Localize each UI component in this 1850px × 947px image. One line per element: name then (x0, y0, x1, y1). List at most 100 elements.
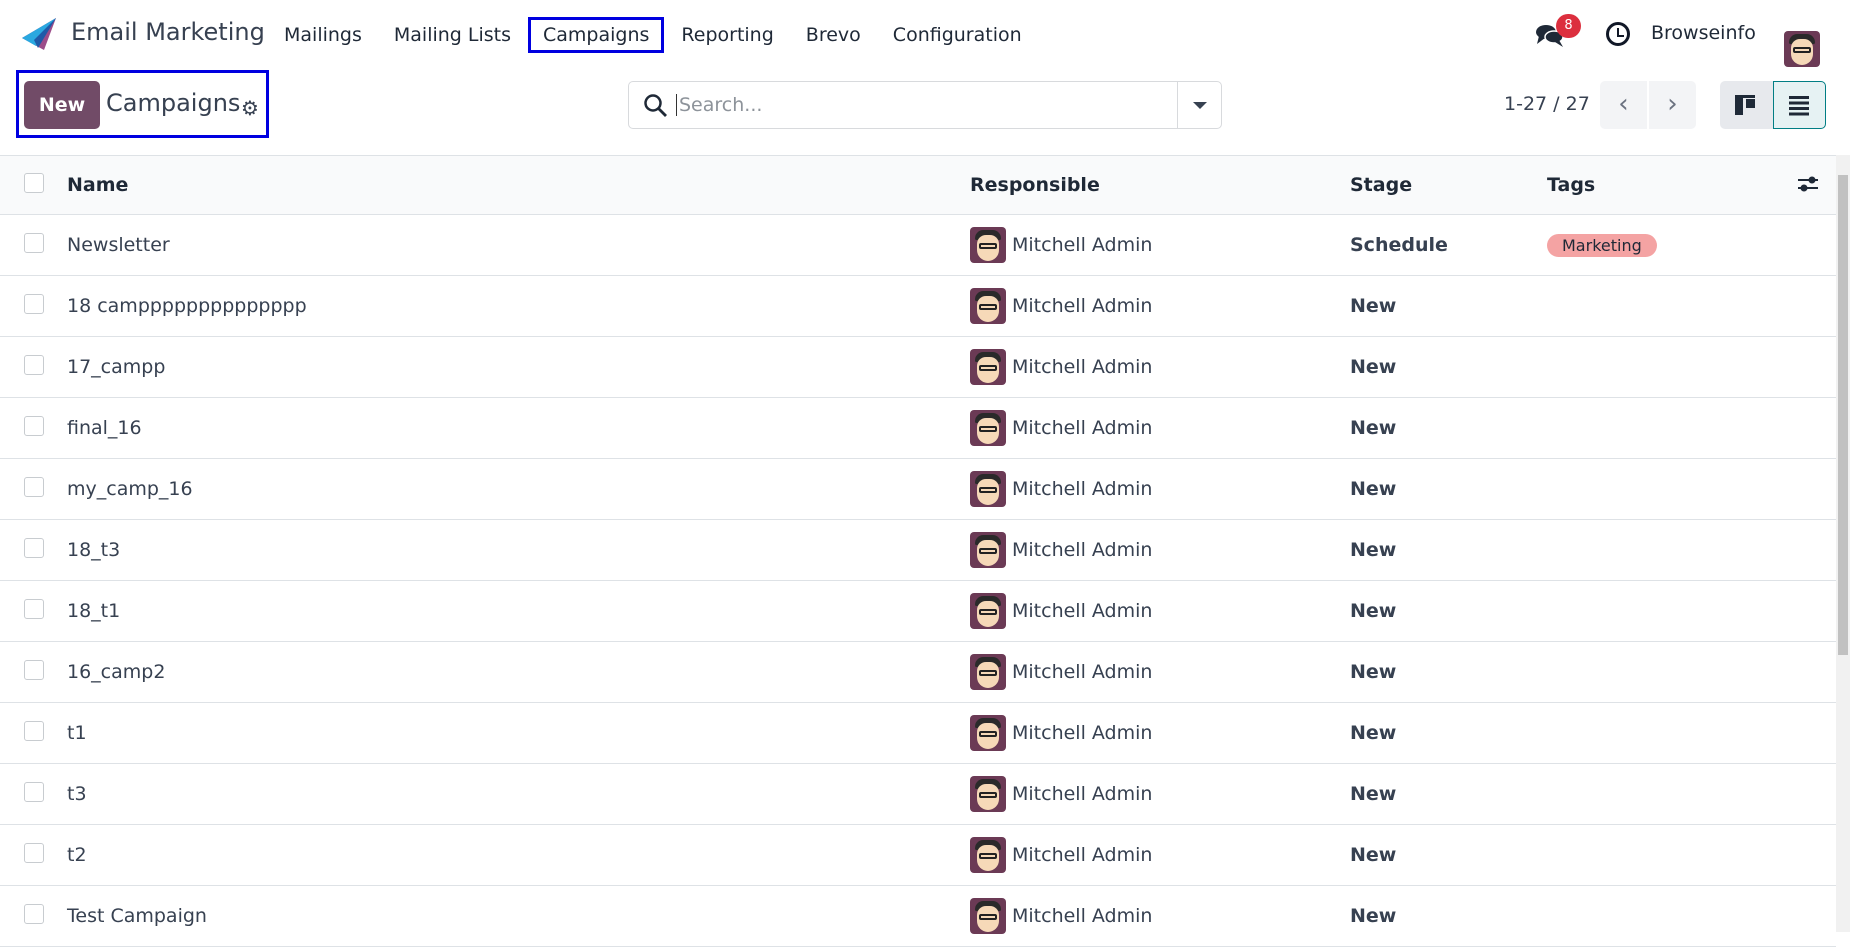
row-checkbox[interactable] (24, 781, 44, 802)
stage: New (1350, 722, 1397, 744)
menu-mailings[interactable]: Mailings (272, 20, 374, 50)
responsible-name: Mitchell Admin (1012, 905, 1153, 927)
responsible-name: Mitchell Admin (1012, 295, 1153, 317)
campaign-name: Newsletter (67, 234, 170, 256)
search-options-dropdown-icon[interactable] (1177, 82, 1221, 128)
campaign-name: Test Campaign (67, 905, 207, 927)
activity-clock-icon[interactable] (1606, 22, 1630, 46)
pager-value[interactable]: 1-27 / 27 (1504, 93, 1590, 115)
table-row[interactable]: final_16 Mitchell Admin New (0, 398, 1836, 459)
responsible-name: Mitchell Admin (1012, 722, 1153, 744)
table-row[interactable]: Newsletter Mitchell Admin Schedule Marke… (0, 215, 1836, 276)
column-name[interactable]: Name (67, 156, 970, 215)
responsible-name: Mitchell Admin (1012, 356, 1153, 378)
main-menu: Mailings Mailing Lists Campaigns Reporti… (272, 17, 1042, 53)
stage: Schedule (1350, 234, 1448, 256)
campaign-name: 18_t1 (67, 600, 121, 622)
avatar (970, 654, 1006, 690)
responsible-name: Mitchell Admin (1012, 661, 1153, 683)
avatar (970, 715, 1006, 751)
stage: New (1350, 478, 1397, 500)
app-name[interactable]: Email Marketing (71, 18, 265, 46)
table-row[interactable]: my_camp_16 Mitchell Admin New (0, 459, 1836, 520)
campaign-name: 16_camp2 (67, 661, 166, 683)
stage: New (1350, 417, 1397, 439)
pager-previous-button[interactable]: ‹ (1600, 81, 1647, 129)
responsible-name: Mitchell Admin (1012, 417, 1153, 439)
row-checkbox[interactable] (24, 537, 44, 558)
avatar (970, 227, 1006, 263)
responsible-name: Mitchell Admin (1012, 844, 1153, 866)
stage: New (1350, 844, 1397, 866)
campaign-name: 18 campppppppppppppp (67, 295, 307, 317)
menu-campaigns[interactable]: Campaigns (528, 17, 665, 53)
pager-next-button[interactable]: › (1649, 81, 1696, 129)
user-avatar[interactable] (1784, 31, 1820, 67)
table-row[interactable]: t2 Mitchell Admin New (0, 825, 1836, 886)
campaign-name: 18_t3 (67, 539, 121, 561)
responsible-name: Mitchell Admin (1012, 539, 1153, 561)
stage: New (1350, 356, 1397, 378)
campaign-name: t1 (67, 722, 87, 744)
select-all-checkbox[interactable] (24, 172, 44, 193)
list-view-button[interactable] (1773, 81, 1826, 129)
search-input[interactable]: Search... (676, 94, 762, 116)
stage: New (1350, 600, 1397, 622)
table-row[interactable]: Test Campaign Mitchell Admin New (0, 886, 1836, 947)
row-checkbox[interactable] (24, 415, 44, 436)
row-checkbox[interactable] (24, 476, 44, 497)
table-row[interactable]: t1 Mitchell Admin New (0, 703, 1836, 764)
table-row[interactable]: 18 campppppppppppppp Mitchell Admin New (0, 276, 1836, 337)
table-row[interactable]: 18_t1 Mitchell Admin New (0, 581, 1836, 642)
company-switcher[interactable]: Browseinfo (1651, 22, 1756, 44)
campaign-name: 17_campp (67, 356, 166, 378)
stage: New (1350, 661, 1397, 683)
search-icon (644, 94, 667, 117)
app-logo-icon[interactable] (20, 16, 58, 52)
table-row[interactable]: t3 Mitchell Admin New (0, 764, 1836, 825)
avatar (970, 349, 1006, 385)
menu-mailing-lists[interactable]: Mailing Lists (382, 20, 523, 50)
table-row[interactable]: 18_t3 Mitchell Admin New (0, 520, 1836, 581)
gear-icon[interactable]: ⚙ (241, 96, 259, 120)
optional-columns-icon[interactable] (1797, 174, 1819, 194)
menu-brevo[interactable]: Brevo (794, 20, 873, 50)
avatar (970, 471, 1006, 507)
column-tags[interactable]: Tags (1547, 156, 1836, 215)
campaign-name: t3 (67, 783, 87, 805)
responsible-name: Mitchell Admin (1012, 600, 1153, 622)
row-checkbox[interactable] (24, 293, 44, 314)
stage: New (1350, 905, 1397, 927)
row-checkbox[interactable] (24, 354, 44, 375)
column-stage[interactable]: Stage (1350, 156, 1547, 215)
messages-count-badge: 8 (1556, 14, 1581, 38)
page-title: Campaigns (106, 89, 241, 117)
menu-reporting[interactable]: Reporting (669, 20, 785, 50)
row-checkbox[interactable] (24, 598, 44, 619)
responsible-name: Mitchell Admin (1012, 783, 1153, 805)
avatar (970, 776, 1006, 812)
row-checkbox[interactable] (24, 903, 44, 924)
responsible-name: Mitchell Admin (1012, 234, 1153, 256)
responsible-name: Mitchell Admin (1012, 478, 1153, 500)
avatar (970, 837, 1006, 873)
table-row[interactable]: 16_camp2 Mitchell Admin New (0, 642, 1836, 703)
row-checkbox[interactable] (24, 232, 44, 253)
list-icon (1789, 96, 1809, 116)
menu-configuration[interactable]: Configuration (881, 20, 1034, 50)
stage: New (1350, 295, 1397, 317)
table-row[interactable]: 17_campp Mitchell Admin New (0, 337, 1836, 398)
row-checkbox[interactable] (24, 659, 44, 680)
row-checkbox[interactable] (24, 842, 44, 863)
avatar (970, 532, 1006, 568)
campaign-name: my_camp_16 (67, 478, 193, 500)
row-checkbox[interactable] (24, 720, 44, 741)
kanban-view-button[interactable] (1720, 81, 1773, 129)
new-button[interactable]: New (24, 81, 100, 129)
avatar (970, 593, 1006, 629)
campaign-name: final_16 (67, 417, 142, 439)
scrollbar[interactable] (1836, 155, 1850, 932)
column-responsible[interactable]: Responsible (970, 156, 1350, 215)
search-bar[interactable]: Search... (628, 81, 1222, 129)
kanban-icon (1735, 95, 1755, 115)
